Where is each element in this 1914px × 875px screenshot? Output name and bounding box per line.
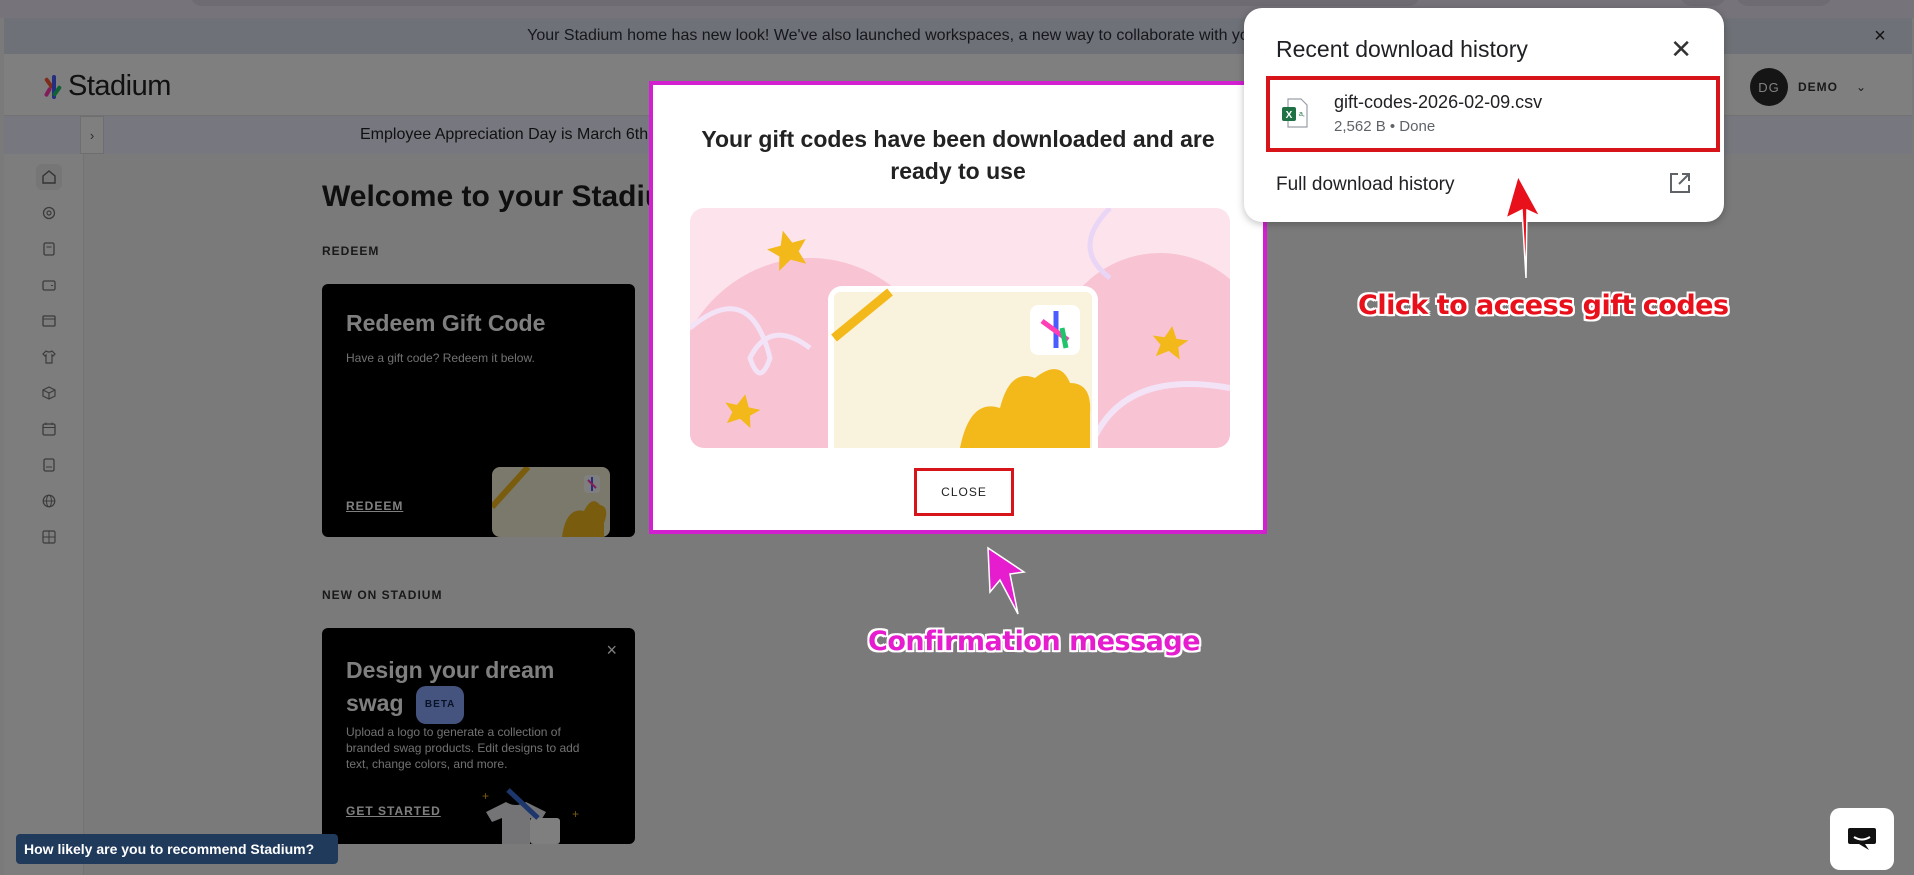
download-history-panel: Recent download history ✕ X a, gift-code… bbox=[1244, 8, 1724, 222]
excel-file-icon: X a, bbox=[1282, 98, 1308, 128]
download-confirmation-modal: Your gift codes have been downloaded and… bbox=[649, 81, 1267, 534]
download-item[interactable]: X a, gift-codes-2026-02-09.csv 2,562 B •… bbox=[1266, 76, 1720, 152]
close-icon[interactable]: ✕ bbox=[1670, 34, 1692, 65]
svg-text:a,: a, bbox=[1299, 111, 1305, 118]
file-name[interactable]: gift-codes-2026-02-09.csv bbox=[1334, 92, 1542, 113]
modal-title: Your gift codes have been downloaded and… bbox=[701, 126, 1215, 184]
chat-icon[interactable] bbox=[1830, 808, 1894, 870]
panel-title: Recent download history bbox=[1276, 36, 1528, 62]
file-meta: 2,562 B • Done bbox=[1334, 118, 1436, 135]
annotation-confirmation: Confirmation message bbox=[868, 626, 1201, 657]
close-button[interactable]: CLOSE bbox=[914, 468, 1014, 516]
full-download-history-link[interactable]: Full download history bbox=[1276, 174, 1454, 196]
external-link-icon[interactable] bbox=[1668, 171, 1692, 195]
svg-text:X: X bbox=[1286, 110, 1293, 121]
nps-survey-tab[interactable]: How likely are you to recommend Stadium? bbox=[16, 834, 338, 864]
gift-card-illustration bbox=[690, 208, 1230, 448]
annotation-click-gift-codes: Click to access gift codes bbox=[1358, 290, 1729, 321]
